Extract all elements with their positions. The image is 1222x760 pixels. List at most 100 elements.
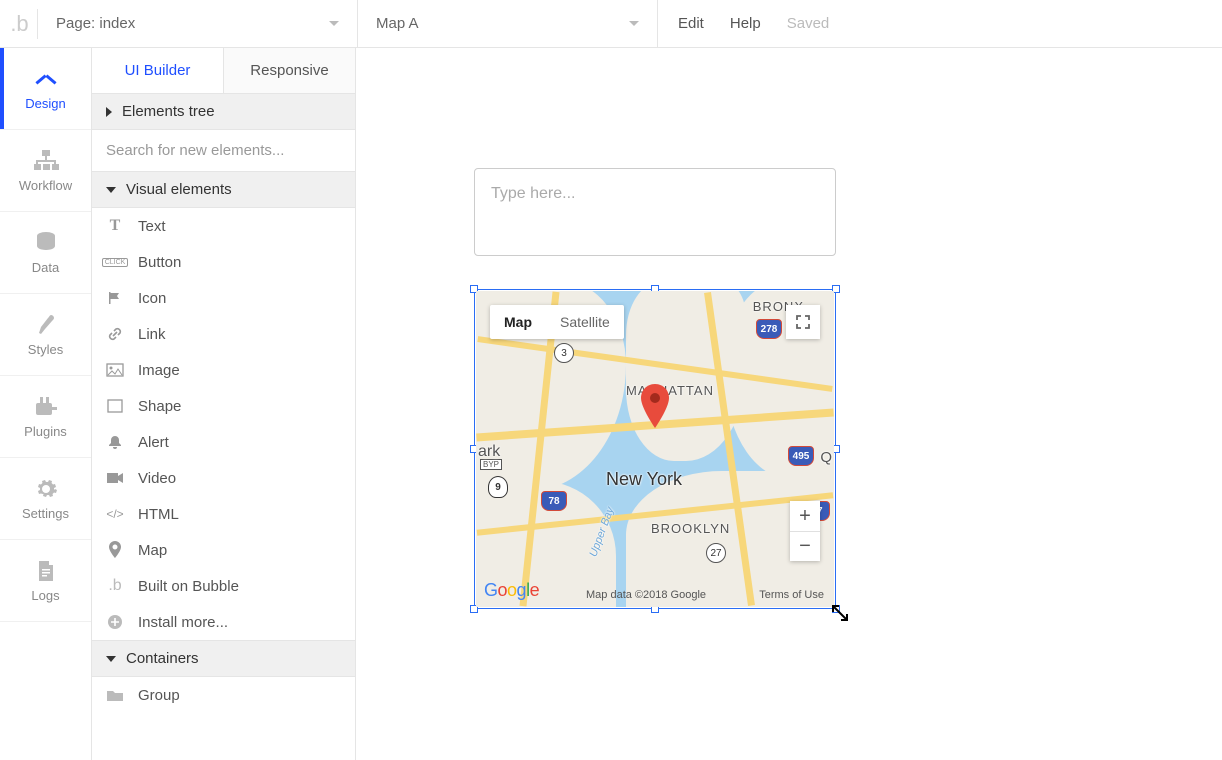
map-label-brooklyn: BROOKLYN bbox=[651, 521, 730, 536]
element-install-more-label: Install more... bbox=[138, 614, 228, 631]
design-icon bbox=[31, 66, 61, 92]
map-terms-link[interactable]: Terms of Use bbox=[759, 589, 824, 601]
nav-data-label: Data bbox=[32, 260, 59, 275]
chevron-down-icon bbox=[629, 21, 639, 26]
visual-elements-list: TText CLICKButton Icon Link Image Shape … bbox=[92, 208, 355, 640]
chevron-down-icon bbox=[106, 187, 116, 193]
nav-styles-label: Styles bbox=[28, 342, 63, 357]
page-selector-label: Page: index bbox=[56, 15, 135, 32]
alert-icon bbox=[104, 432, 126, 452]
zoom-out-button[interactable]: − bbox=[790, 531, 820, 561]
map-viewport[interactable]: MANHATTAN New York BROOKLYN BRONX ark Q … bbox=[476, 291, 834, 607]
elements-tree-header[interactable]: Elements tree bbox=[92, 94, 355, 130]
saved-status: Saved bbox=[787, 15, 830, 32]
element-link[interactable]: Link bbox=[92, 316, 355, 352]
nav-logs[interactable]: Logs bbox=[0, 540, 91, 622]
search-elements-input[interactable]: Search for new elements... bbox=[92, 130, 355, 171]
button-icon: CLICK bbox=[104, 252, 126, 272]
nav-styles[interactable]: Styles bbox=[0, 294, 91, 376]
canvas-contents: Type here... bbox=[474, 168, 836, 609]
text-input-placeholder: Type here... bbox=[491, 185, 576, 202]
route-3: 3 bbox=[554, 343, 574, 363]
topbar-actions: Edit Help Saved bbox=[658, 15, 829, 32]
element-selector-label: Map A bbox=[376, 15, 419, 32]
visual-elements-label: Visual elements bbox=[126, 181, 232, 198]
element-alert[interactable]: Alert bbox=[92, 424, 355, 460]
element-alert-label: Alert bbox=[138, 434, 169, 451]
settings-icon bbox=[31, 476, 61, 502]
fullscreen-button[interactable] bbox=[786, 305, 820, 339]
html-icon: </> bbox=[104, 504, 126, 524]
nav-plugins-label: Plugins bbox=[24, 424, 67, 439]
folder-icon bbox=[104, 685, 126, 705]
containers-list: Group bbox=[92, 677, 355, 713]
workflow-icon bbox=[31, 148, 61, 174]
shield-us9: 9 bbox=[488, 476, 508, 498]
visual-elements-header[interactable]: Visual elements bbox=[92, 171, 355, 208]
element-built-on-bubble[interactable]: .b Built on Bubble bbox=[92, 568, 355, 604]
map-label-qu: Q bbox=[820, 449, 832, 466]
plus-circle-icon bbox=[104, 612, 126, 632]
nav-settings-label: Settings bbox=[22, 506, 69, 521]
text-input-element[interactable]: Type here... bbox=[474, 168, 836, 256]
element-button[interactable]: CLICKButton bbox=[92, 244, 355, 280]
map-type-satellite-button[interactable]: Satellite bbox=[546, 305, 624, 339]
element-html[interactable]: </>HTML bbox=[92, 496, 355, 532]
element-map-label: Map bbox=[138, 542, 167, 559]
nav-logs-label: Logs bbox=[31, 588, 59, 603]
nav-data[interactable]: Data bbox=[0, 212, 91, 294]
logs-icon bbox=[31, 558, 61, 584]
containers-header[interactable]: Containers bbox=[92, 640, 355, 677]
element-map[interactable]: Map bbox=[92, 532, 355, 568]
nav-design[interactable]: Design bbox=[0, 48, 91, 130]
element-icon[interactable]: Icon bbox=[92, 280, 355, 316]
element-video[interactable]: Video bbox=[92, 460, 355, 496]
link-icon bbox=[104, 324, 126, 344]
element-icon-label: Icon bbox=[138, 290, 166, 307]
element-shape[interactable]: Shape bbox=[92, 388, 355, 424]
edit-link[interactable]: Edit bbox=[678, 15, 704, 32]
main-nav-rail: Design Workflow Data Styles Plugins bbox=[0, 48, 92, 760]
nav-workflow[interactable]: Workflow bbox=[0, 130, 91, 212]
map-element-selected[interactable]: MANHATTAN New York BROOKLYN BRONX ark Q … bbox=[474, 289, 836, 609]
map-type-map-button[interactable]: Map bbox=[490, 305, 546, 339]
tab-responsive[interactable]: Responsive bbox=[223, 48, 355, 93]
shield-i495: 495 bbox=[788, 446, 814, 466]
element-video-label: Video bbox=[138, 470, 176, 487]
google-logo: Google bbox=[484, 580, 539, 601]
element-install-more[interactable]: Install more... bbox=[92, 604, 355, 640]
element-text[interactable]: TText bbox=[92, 208, 355, 244]
zoom-in-button[interactable]: + bbox=[790, 501, 820, 531]
panel-tabs: UI Builder Responsive bbox=[92, 48, 355, 94]
page-selector-dropdown[interactable]: Page: index bbox=[38, 0, 358, 48]
text-icon: T bbox=[104, 216, 126, 236]
map-marker-icon bbox=[639, 384, 671, 433]
help-link[interactable]: Help bbox=[730, 15, 761, 32]
map-type-control: Map Satellite bbox=[490, 305, 624, 339]
chevron-down-icon bbox=[329, 21, 339, 26]
bubble-icon: .b bbox=[104, 576, 126, 596]
elements-tree-label: Elements tree bbox=[122, 103, 215, 120]
zoom-control: + − bbox=[790, 501, 820, 561]
element-built-on-bubble-label: Built on Bubble bbox=[138, 578, 239, 595]
element-image-label: Image bbox=[138, 362, 180, 379]
plugins-icon bbox=[31, 394, 61, 420]
shape-icon bbox=[104, 396, 126, 416]
nav-plugins[interactable]: Plugins bbox=[0, 376, 91, 458]
shield-i78: 78 bbox=[541, 491, 567, 511]
element-image[interactable]: Image bbox=[92, 352, 355, 388]
element-selector-dropdown[interactable]: Map A bbox=[358, 0, 658, 48]
nav-settings[interactable]: Settings bbox=[0, 458, 91, 540]
map-pin-icon bbox=[104, 540, 126, 560]
element-group[interactable]: Group bbox=[92, 677, 355, 713]
tab-ui-builder[interactable]: UI Builder bbox=[92, 48, 223, 93]
map-attribution: Map data ©2018 Google bbox=[586, 589, 706, 601]
containers-label: Containers bbox=[126, 650, 199, 667]
map-label-newyork: New York bbox=[606, 469, 682, 490]
chevron-down-icon bbox=[106, 656, 116, 662]
editor-canvas[interactable]: Type here... bbox=[356, 48, 1222, 760]
video-icon bbox=[104, 468, 126, 488]
resize-cursor-icon bbox=[830, 603, 850, 623]
bubble-logo-icon: .b bbox=[8, 9, 38, 39]
chevron-right-icon bbox=[106, 107, 112, 117]
